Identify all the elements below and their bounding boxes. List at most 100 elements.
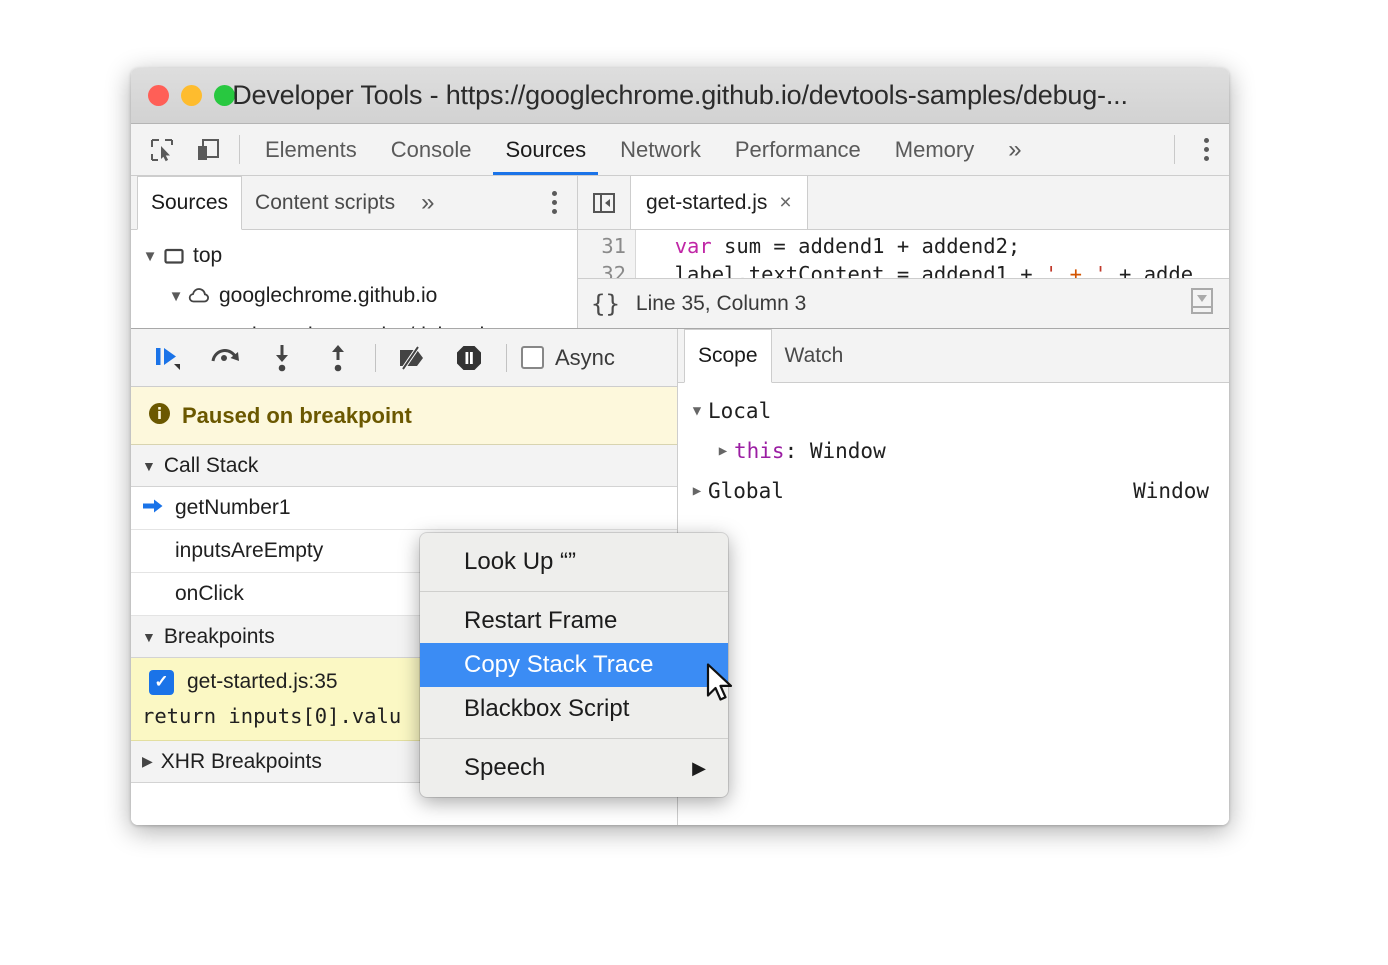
step-out-of-current-function-icon[interactable]: [311, 329, 365, 387]
main-menu-icon[interactable]: [1183, 124, 1229, 175]
inspect-element-icon[interactable]: [139, 124, 185, 175]
tree-item-googlechrome-github-io[interactable]: ▼ googlechrome.github.io: [131, 276, 577, 316]
devtools-tab-bar: Elements Console Sources Network Perform…: [131, 124, 1229, 176]
disclosure-triangle-icon[interactable]: ▶: [686, 483, 708, 499]
tab-memory[interactable]: Memory: [878, 124, 991, 175]
disclosure-triangle-icon[interactable]: ▼: [686, 403, 708, 419]
tab-label: Memory: [895, 137, 974, 163]
scope-row-this[interactable]: ▶ this: Window: [678, 431, 1229, 471]
scope-tab-label: Scope: [698, 344, 758, 368]
menu-item-copy-stack-trace[interactable]: Copy Stack Trace: [420, 643, 728, 687]
disclosure-triangle-icon[interactable]: ▼: [142, 629, 156, 645]
line-number[interactable]: 31: [578, 232, 626, 260]
frame-label: inputsAreEmpty: [171, 539, 323, 563]
paused-on-breakpoint-banner: Paused on breakpoint: [131, 387, 677, 445]
tab-elements[interactable]: Elements: [248, 124, 374, 175]
nav-tab-sources[interactable]: Sources: [137, 176, 242, 230]
code-token: +: [1057, 262, 1094, 278]
editor-tab-bar: get-started.js ×: [578, 176, 1229, 230]
tab-label: Elements: [265, 137, 357, 163]
chevron-double-right-icon: »: [421, 189, 434, 217]
tree-item-top[interactable]: ▼ top: [131, 236, 577, 276]
more-tabs-icon[interactable]: »: [991, 124, 1038, 175]
code-text[interactable]: var sum = addend1 + addend2; label.textC…: [636, 230, 1229, 278]
file-tree: ▼ top ▼ googlechrome.github.io ▼: [131, 230, 577, 328]
toolbar-divider-2: [1174, 135, 1175, 164]
menu-item-speech[interactable]: Speech ▶: [420, 746, 728, 790]
call-stack-section-header[interactable]: ▼ Call Stack: [131, 445, 677, 487]
format-code-icon[interactable]: {}: [591, 290, 620, 318]
disclosure-triangle-icon[interactable]: ▼: [139, 248, 161, 265]
tab-scope[interactable]: Scope: [684, 329, 772, 383]
close-button[interactable]: [148, 85, 169, 106]
context-menu: Look Up “” Restart Frame Copy Stack Trac…: [420, 533, 728, 797]
tab-label: Network: [620, 137, 701, 163]
menu-item-restart-frame[interactable]: Restart Frame: [420, 599, 728, 643]
async-checkbox[interactable]: Async: [521, 345, 615, 371]
nav-tab-content-scripts[interactable]: Content scripts: [242, 176, 408, 229]
deactivate-breakpoints-icon[interactable]: [386, 329, 440, 387]
traffic-lights: [131, 85, 235, 106]
tab-sources[interactable]: Sources: [488, 124, 603, 175]
menu-item-label: Speech: [464, 754, 545, 782]
cursor-location: Line 35, Column 3: [636, 292, 806, 316]
editor-pane: get-started.js × 31 32 33 34 var sum = a…: [578, 176, 1229, 328]
nav-more-tabs-icon[interactable]: »: [408, 176, 447, 229]
tree-item-devtools-samples-debug-js[interactable]: ▼ devtools-samples/debug-js: [131, 316, 577, 328]
step-into-next-function-call-icon[interactable]: [255, 329, 309, 387]
menu-separator-2: [420, 738, 728, 739]
editor-status-bar: {} Line 35, Column 3: [578, 278, 1229, 328]
disclosure-triangle-icon[interactable]: ▼: [142, 458, 156, 474]
async-label: Async: [555, 345, 615, 371]
code-viewer[interactable]: 31 32 33 34 var sum = addend1 + addend2;…: [578, 230, 1229, 278]
scope-name-value: : Window: [785, 439, 886, 463]
menu-item-label: Blackbox Script: [464, 695, 629, 723]
disclosure-triangle-icon[interactable]: ▶: [142, 753, 153, 770]
code-line: label.textContent = addend1 + ' + ' + ad…: [650, 260, 1229, 278]
upper-split: Sources Content scripts » ▼ top ▼: [131, 176, 1229, 328]
menu-item-label: Copy Stack Trace: [464, 651, 653, 679]
code-token: ': [1045, 262, 1057, 278]
code-token: [650, 234, 675, 258]
pause-on-exceptions-icon[interactable]: [442, 329, 496, 387]
device-toolbar-icon[interactable]: [185, 124, 231, 175]
step-over-next-function-call-icon[interactable]: [199, 329, 253, 387]
editor-tab-get-started-js[interactable]: get-started.js ×: [630, 176, 808, 229]
checkbox-box[interactable]: [521, 346, 544, 369]
frame-label: onClick: [171, 582, 244, 606]
tab-watch[interactable]: Watch: [772, 329, 857, 382]
scope-row-local[interactable]: ▼ Local: [678, 391, 1229, 431]
menu-item-label: Restart Frame: [464, 607, 617, 635]
nav-tab-label: Sources: [151, 191, 228, 215]
menu-separator: [420, 591, 728, 592]
chevron-double-right-icon: »: [1008, 136, 1021, 164]
tab-console[interactable]: Console: [374, 124, 489, 175]
line-number[interactable]: 32: [578, 260, 626, 278]
disclosure-triangle-icon[interactable]: ▶: [712, 443, 734, 459]
editor-tab-label: get-started.js: [646, 191, 767, 215]
menu-item-blackbox-script[interactable]: Blackbox Script: [420, 687, 728, 731]
toolbar-divider: [375, 344, 376, 372]
zoom-button[interactable]: [214, 85, 235, 106]
submenu-arrow-icon: ▶: [692, 758, 728, 779]
minimize-button[interactable]: [181, 85, 202, 106]
debugger-sidebar-right: Scope Watch ▼ Local ▶ this: Window ▶ Glo…: [678, 329, 1229, 825]
tab-network[interactable]: Network: [603, 124, 718, 175]
resume-script-execution-icon[interactable]: [143, 329, 197, 387]
pretty-print-icon[interactable]: [1188, 285, 1216, 322]
scope-tree: ▼ Local ▶ this: Window ▶ Global Window: [678, 383, 1229, 825]
scope-tab-label: Watch: [785, 344, 844, 368]
collapse-sidebar-icon[interactable]: [578, 176, 630, 229]
disclosure-triangle-icon[interactable]: ▼: [165, 288, 187, 305]
tab-performance[interactable]: Performance: [718, 124, 878, 175]
close-icon[interactable]: ×: [779, 191, 791, 215]
scope-row-global[interactable]: ▶ Global Window: [678, 471, 1229, 511]
section-title: Call Stack: [164, 454, 259, 478]
menu-item-look-up[interactable]: Look Up “”: [420, 540, 728, 584]
code-token: label.textContent = addend1 +: [650, 262, 1045, 278]
code-line: var sum = addend1 + addend2;: [650, 232, 1229, 260]
scope-value: Window: [1133, 479, 1229, 503]
breakpoint-checkbox[interactable]: ✓: [149, 670, 174, 695]
call-stack-frame-getnumber1[interactable]: getNumber1: [131, 487, 677, 530]
navigator-menu-icon[interactable]: [531, 176, 577, 229]
